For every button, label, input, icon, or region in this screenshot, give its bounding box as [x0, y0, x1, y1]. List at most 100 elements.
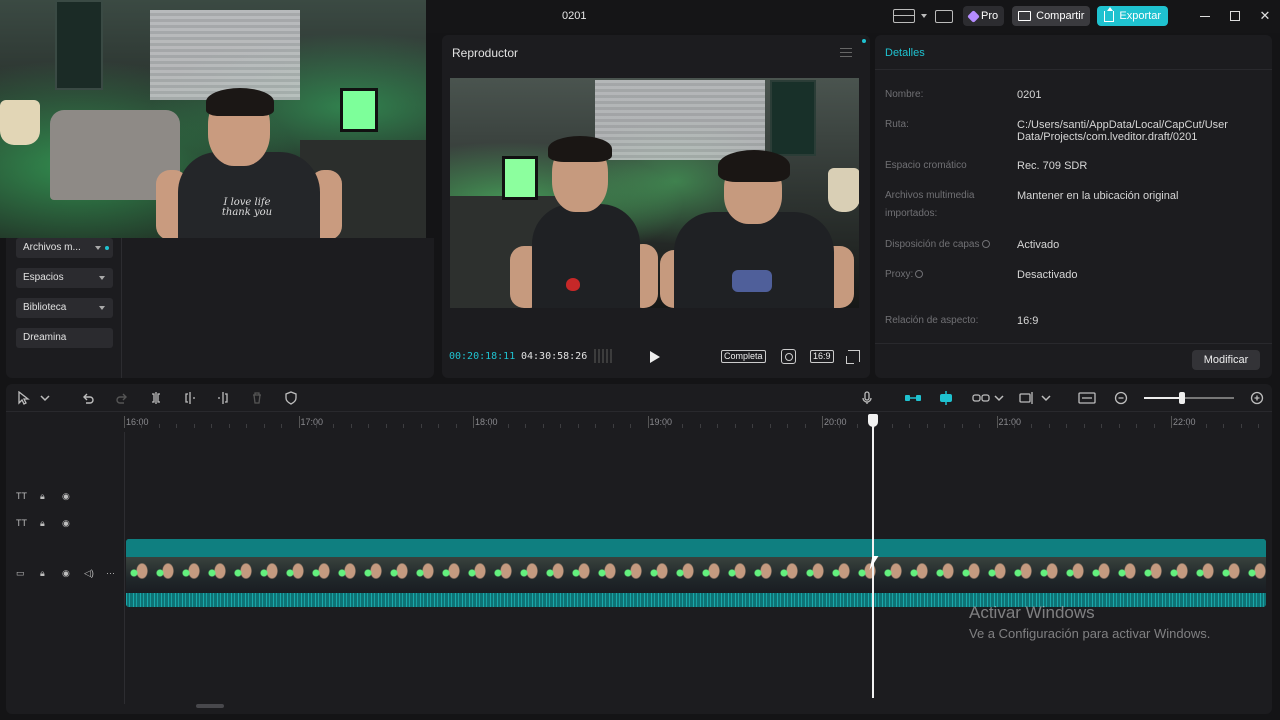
info-icon[interactable]	[915, 270, 924, 279]
eye-icon[interactable]: ◉	[62, 491, 70, 502]
zoom-slider-knob[interactable]	[1178, 392, 1185, 404]
person-hair	[206, 88, 274, 116]
text-track-icon: TT	[16, 491, 27, 501]
ruler-major-tick	[647, 416, 649, 428]
ruler-minor-tick	[1048, 424, 1050, 428]
detail-label-imported: Archivos multimedia importados:	[885, 190, 975, 219]
ruler-minor-tick	[542, 424, 544, 428]
redo-icon[interactable]	[115, 391, 129, 405]
link-chevron-down-icon[interactable]	[992, 391, 1006, 405]
capcut-app: 0201 Pro Compartir Exportar ✕ Archivos m…	[0, 0, 1280, 720]
grid-icon[interactable]	[594, 349, 612, 363]
video-person-left	[510, 136, 660, 308]
detail-label-aspect: Relación de aspecto:	[885, 315, 979, 326]
text-track-header: TT 🔒︎ ◉	[6, 513, 124, 533]
nav-item-biblioteca[interactable]: Biblioteca	[16, 298, 113, 318]
link-icon[interactable]	[972, 391, 990, 405]
microphone-icon[interactable]	[860, 391, 874, 405]
ruler-minor-tick	[664, 424, 666, 428]
select-chevron-down-icon[interactable]	[38, 391, 52, 405]
person-torso	[674, 212, 834, 308]
undo-icon[interactable]	[81, 391, 95, 405]
close-button[interactable]: ✕	[1250, 5, 1280, 27]
video-preview[interactable]	[450, 78, 859, 308]
trim-right-icon[interactable]	[216, 391, 230, 405]
select-cursor-icon[interactable]	[16, 391, 30, 405]
ruler-label: 17:00	[300, 417, 324, 427]
zoom-slider[interactable]	[1144, 392, 1234, 404]
caption-icon[interactable]	[1078, 391, 1096, 405]
lock-icon[interactable]: 🔒︎	[40, 518, 45, 529]
ruler-label: 16:00	[126, 417, 149, 427]
webcam-overlay: I love life thank you	[0, 0, 426, 238]
magnet-link-icon[interactable]	[904, 391, 922, 405]
ruler-minor-tick	[1136, 424, 1138, 428]
trim-left-icon[interactable]	[183, 391, 197, 405]
layout-icon[interactable]	[893, 9, 915, 23]
modify-button[interactable]: Modificar	[1192, 350, 1260, 370]
total-timecode: 04:30:58:26	[521, 351, 588, 362]
info-icon[interactable]	[981, 240, 990, 249]
close-icon: ✕	[1259, 8, 1271, 23]
video-clip[interactable]	[126, 539, 1266, 607]
ruler-minor-tick	[315, 424, 317, 428]
ruler-label: 18:00	[475, 417, 498, 427]
preview-chevron-down-icon[interactable]	[1039, 391, 1053, 405]
ruler-minor-tick	[158, 424, 160, 428]
fullscreen-icon[interactable]	[846, 350, 860, 364]
zoom-out-icon[interactable]	[1114, 391, 1128, 405]
menu-icon[interactable]	[840, 48, 852, 57]
audio-icon[interactable]: ◁)	[84, 568, 94, 579]
video-person-right	[660, 150, 855, 308]
maximize-button[interactable]	[1220, 5, 1250, 27]
cover-icon[interactable]: ▭	[16, 568, 25, 579]
ruler-minor-tick	[734, 424, 736, 428]
ruler-minor-tick	[699, 424, 701, 428]
webcam-poster	[55, 0, 103, 90]
minimize-icon	[1200, 15, 1210, 17]
timeline-ruler[interactable]: 16:00 17:00 18:00 19:00 20:00 21:00 22:00	[124, 412, 1272, 432]
preview-axis-icon[interactable]	[1019, 391, 1037, 405]
shield-icon[interactable]	[284, 391, 298, 405]
nav-item-dreamina[interactable]: Dreamina	[16, 328, 113, 348]
person-hair	[718, 150, 790, 182]
share-button[interactable]: Compartir	[1012, 6, 1091, 26]
export-button[interactable]: Exportar	[1097, 6, 1168, 26]
ruler-major-tick	[1171, 416, 1172, 428]
lock-icon[interactable]: 🔒︎	[40, 568, 45, 579]
auto-snap-icon[interactable]	[937, 391, 955, 405]
nav-item-espacios[interactable]: Espacios	[16, 268, 113, 288]
nav-item-label: Espacios	[23, 272, 64, 283]
lock-icon[interactable]: 🔒︎	[40, 491, 45, 502]
keyboard-shortcuts-icon[interactable]	[935, 9, 953, 23]
ruler-minor-tick	[211, 424, 213, 428]
eye-icon[interactable]: ◉	[62, 518, 70, 529]
project-title: 0201	[562, 10, 587, 22]
play-icon[interactable]	[650, 351, 660, 363]
details-tab[interactable]: Detalles	[885, 47, 925, 59]
aspect-ratio-button[interactable]: 16:9	[810, 350, 834, 363]
clip-thumbnails	[126, 557, 1266, 593]
ruler-minor-tick	[368, 424, 370, 428]
more-icon[interactable]: ···	[106, 568, 115, 578]
detail-value-proxy: Desactivado	[1017, 269, 1078, 281]
minimize-button[interactable]	[1190, 5, 1220, 27]
horizontal-scrollbar[interactable]	[196, 704, 224, 708]
player-title: Reproductor	[452, 46, 519, 60]
layout-chevron-down-icon[interactable]	[921, 14, 927, 18]
webcam-blinds	[150, 10, 300, 100]
delete-icon[interactable]	[250, 391, 264, 405]
person-torso	[532, 204, 640, 308]
pro-button[interactable]: Pro	[963, 6, 1005, 26]
zoom-in-icon[interactable]	[1250, 391, 1264, 405]
ruler-minor-tick	[577, 424, 579, 428]
focus-icon[interactable]	[781, 349, 796, 364]
full-quality-button[interactable]: Completa	[721, 350, 766, 363]
nav-item-archivos[interactable]: Archivos m...	[16, 238, 113, 258]
ruler-minor-tick	[612, 424, 614, 428]
text-track-header: TT 🔒︎ ◉	[6, 486, 124, 506]
ruler-minor-tick	[507, 424, 509, 428]
split-icon[interactable]	[149, 391, 163, 405]
eye-icon[interactable]: ◉	[62, 568, 70, 579]
ruler-minor-tick	[385, 424, 387, 428]
